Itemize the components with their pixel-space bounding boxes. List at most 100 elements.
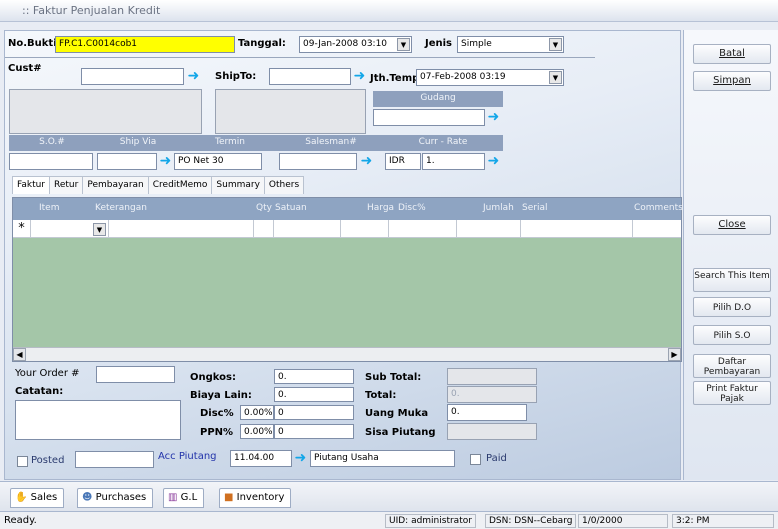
- horizontal-scrollbar[interactable]: ◀ ▶: [13, 347, 681, 361]
- module-tab-purchases-label: Purchases: [95, 492, 147, 503]
- daftar-pembayaran-button[interactable]: Daftar Pembayaran: [693, 354, 771, 378]
- status-bar: Ready. UID: administrator DSN: DSN--Ceba…: [0, 511, 778, 529]
- gudang-field[interactable]: [373, 109, 485, 126]
- ppn-label: PPN%: [200, 427, 234, 438]
- cell-keterangan[interactable]: [109, 220, 254, 238]
- arrow-right-icon[interactable]: ➜: [186, 69, 201, 84]
- module-tab-inventory[interactable]: ■ Inventory: [219, 488, 292, 508]
- tab-others[interactable]: Others: [263, 176, 305, 194]
- jenis-select[interactable]: Simple ▼: [457, 36, 564, 53]
- arrow-right-icon[interactable]: ➜: [352, 69, 367, 84]
- status-uid: UID: administrator: [385, 514, 476, 528]
- termin-label: Termin: [214, 137, 246, 147]
- tanggal-field[interactable]: 09-Jan-2008 03:10 ▼: [299, 36, 412, 53]
- chevron-down-icon[interactable]: ▼: [397, 38, 410, 51]
- uangmuka-field[interactable]: 0.: [447, 404, 527, 421]
- tanggal-label: Tanggal:: [238, 38, 286, 49]
- module-tab-inventory-label: Inventory: [236, 492, 285, 503]
- arrow-right-icon[interactable]: ➜: [486, 110, 501, 125]
- tab-strip: Faktur Retur Pembayaran CreditMemo Summary Ot…: [12, 176, 305, 194]
- cell-item[interactable]: ▼: [31, 220, 109, 238]
- cell-comments[interactable]: [633, 220, 681, 238]
- col-comments: Comments: [634, 203, 683, 213]
- shipvia-field[interactable]: [97, 153, 157, 170]
- cell-disc[interactable]: [389, 220, 457, 238]
- cell-harga[interactable]: [341, 220, 389, 238]
- tab-pembayaran[interactable]: Pembayaran: [82, 176, 149, 194]
- window-title: :: Faktur Penjualan Kredit: [22, 4, 161, 17]
- module-tab-gl[interactable]: ▥ G.L: [163, 488, 205, 508]
- col-jumlah: Jumlah: [483, 203, 514, 213]
- module-tab-sales[interactable]: ✋ Sales: [10, 488, 65, 508]
- batal-button[interactable]: Batal: [693, 44, 771, 64]
- paid-checkbox[interactable]: [470, 454, 481, 465]
- pilih-so-button[interactable]: Pilih S.O: [693, 325, 771, 345]
- chevron-down-icon[interactable]: ▼: [549, 71, 562, 84]
- cell-satuan[interactable]: [274, 220, 341, 238]
- chevron-down-icon[interactable]: ▼: [549, 38, 562, 51]
- module-tab-gl-label: G.L: [180, 492, 198, 503]
- tab-retur[interactable]: Retur: [49, 176, 84, 194]
- search-item-button[interactable]: Search This Item: [693, 268, 771, 292]
- shipto-field[interactable]: [269, 68, 351, 85]
- arrow-right-icon[interactable]: ➜: [486, 154, 501, 169]
- new-row-marker: *: [13, 220, 31, 238]
- cell-serial[interactable]: [521, 220, 633, 238]
- scroll-left-icon[interactable]: ◀: [13, 348, 26, 361]
- table-row[interactable]: * ▼: [13, 220, 681, 238]
- module-tab-purchases[interactable]: ☻ Purchases: [77, 488, 154, 508]
- status-dsn: DSN: DSN--Cebarg: [485, 514, 577, 528]
- subtotal-label: Sub Total:: [365, 372, 422, 383]
- close-button[interactable]: Close: [693, 215, 771, 235]
- jenis-label: Jenis: [425, 38, 453, 49]
- arrow-right-icon[interactable]: ➜: [158, 154, 173, 169]
- termin-field[interactable]: PO Net 30: [174, 153, 262, 170]
- shipto-label: ShipTo:: [215, 71, 257, 82]
- accpiutang-name-field: Piutang Usaha: [310, 450, 455, 467]
- yourorder-field[interactable]: [96, 366, 175, 383]
- cust-address-box: [9, 89, 202, 134]
- sisapiutang-label: Sisa Piutang: [365, 427, 436, 438]
- jthtempo-field[interactable]: 07-Feb-2008 03:19 ▼: [416, 69, 564, 86]
- rate-field[interactable]: 1.: [422, 153, 485, 170]
- col-satuan: Satuan: [275, 203, 307, 213]
- cell-qty[interactable]: [254, 220, 274, 238]
- cust-field[interactable]: [81, 68, 184, 85]
- scroll-right-icon[interactable]: ▶: [668, 348, 681, 361]
- items-grid[interactable]: Item Keterangan Qty Satuan Harga Disc% J…: [12, 197, 683, 362]
- col-item: Item: [39, 203, 60, 213]
- print-faktur-pajak-button[interactable]: Print Faktur Pajak: [693, 381, 771, 405]
- pilih-do-button[interactable]: Pilih D.O: [693, 297, 771, 317]
- books-icon: ▥: [168, 492, 178, 503]
- posted-checkbox[interactable]: [17, 456, 28, 467]
- nobukti-field[interactable]: FP.C1.C0014cob1: [55, 36, 235, 53]
- tab-summary[interactable]: Summary: [211, 176, 265, 194]
- grid-header: Item Keterangan Qty Satuan Harga Disc% J…: [13, 198, 683, 220]
- cell-jumlah[interactable]: [457, 220, 521, 238]
- cust-label: Cust#: [8, 63, 42, 74]
- ppn-value-field[interactable]: 0: [274, 424, 354, 439]
- chevron-down-icon[interactable]: ▼: [93, 223, 106, 236]
- yourorder-label: Your Order #: [15, 368, 80, 379]
- biayalain-field[interactable]: 0.: [274, 387, 354, 402]
- simpan-button[interactable]: Simpan: [693, 71, 771, 91]
- ppn-pct-field[interactable]: 0.00%: [240, 424, 274, 439]
- status-date: 1/0/2000: [578, 514, 668, 528]
- posted-field[interactable]: [75, 451, 154, 468]
- ongkos-field[interactable]: 0.: [274, 369, 354, 384]
- curr-field[interactable]: IDR: [385, 153, 421, 170]
- arrow-right-icon[interactable]: ➜: [293, 451, 308, 466]
- gudang-label: Gudang: [420, 93, 456, 103]
- so-field[interactable]: [9, 153, 93, 170]
- tab-faktur[interactable]: Faktur: [12, 176, 51, 194]
- accpiutang-code-field[interactable]: 11.04.00: [230, 450, 292, 467]
- currrate-label: Curr - Rate: [418, 137, 468, 147]
- posted-label: Posted: [31, 455, 65, 466]
- catatan-field[interactable]: [15, 400, 181, 440]
- disc-pct-field[interactable]: 0.00%: [240, 405, 274, 420]
- tab-creditmemo[interactable]: CreditMemo: [147, 176, 213, 194]
- salesman-field[interactable]: [279, 153, 357, 170]
- disc-value-field[interactable]: 0: [274, 405, 354, 420]
- arrow-right-icon[interactable]: ➜: [359, 154, 374, 169]
- gudang-header: Gudang: [373, 91, 503, 107]
